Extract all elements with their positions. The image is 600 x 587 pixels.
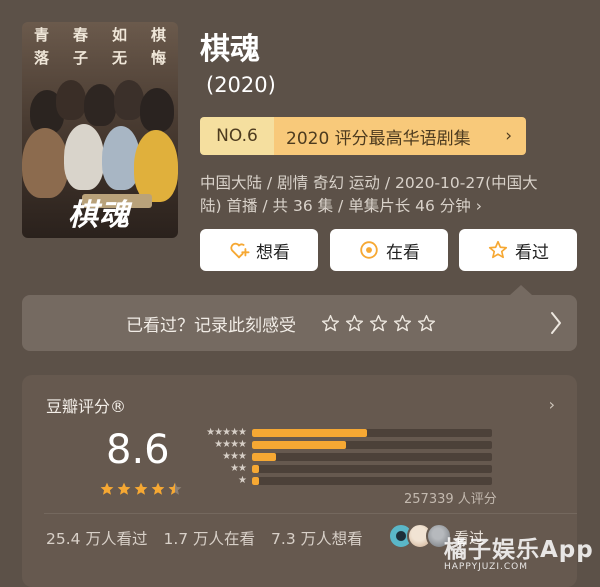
rating-count: 257339 人评分	[404, 492, 497, 507]
rating-title: 豆瓣评分®	[46, 397, 127, 416]
record-feeling-banner[interactable]: 已看过？记录此刻感受	[22, 285, 577, 351]
friend-avatars[interactable]	[388, 523, 452, 549]
poster-verse-char: 悔	[150, 49, 166, 67]
meta-line: 陆) 首播 / 共 36 集 / 单集片长 46 分钟 ›	[200, 197, 482, 215]
distribution-bar	[252, 428, 368, 437]
star-filled-icon	[117, 482, 131, 495]
chevron-right-icon: ›	[505, 126, 512, 146]
rank-number: NO.6	[200, 117, 274, 155]
star-outline-icon[interactable]	[368, 313, 389, 334]
poster-verse-char: 子	[72, 49, 88, 67]
watching-button[interactable]: 在看	[330, 229, 448, 271]
poster-verse-char: 棋	[150, 26, 166, 44]
stat-watching[interactable]: 1.7 万人在看	[163, 527, 255, 549]
show-title: 棋魂	[200, 32, 260, 67]
watched-label: 看过	[515, 242, 549, 263]
distribution-bar	[252, 452, 276, 461]
want-to-watch-button[interactable]: 想看	[200, 229, 318, 271]
chevron-right-icon	[551, 312, 561, 334]
watching-label: 在看	[386, 242, 420, 263]
distribution-track	[252, 440, 492, 449]
watermark-cn: 橘子娱乐App	[444, 537, 594, 563]
watermark: 橘子娱乐App HAPPYJUZI.COM	[444, 530, 594, 572]
record-prompt: 已看过？记录此刻感受	[126, 315, 296, 336]
poster-verse-char: 如	[111, 26, 127, 44]
stat-want[interactable]: 7.3 万人想看	[271, 527, 363, 549]
distribution-track	[252, 476, 492, 485]
score-stars	[99, 481, 183, 497]
show-year: (2020)	[206, 73, 276, 97]
star-outline-icon[interactable]	[344, 313, 365, 334]
star-outline-icon[interactable]	[320, 313, 341, 334]
rating-score: 8.6	[106, 427, 170, 473]
rank-badge[interactable]: NO.6 2020 评分最高华语剧集 ›	[200, 117, 526, 155]
poster-logo: 棋魂	[68, 198, 130, 233]
poster-verse-char: 无	[111, 49, 127, 67]
poster-verse-char: 春	[72, 26, 88, 44]
distribution-bar	[252, 476, 260, 485]
target-circle-icon	[360, 241, 378, 259]
chevron-right-icon: ›	[548, 395, 555, 414]
poster-verse-char: 青	[33, 26, 49, 44]
watched-button[interactable]: 看过	[459, 229, 577, 271]
rank-label: 2020 评分最高华语剧集	[286, 128, 471, 149]
rate-stars[interactable]	[320, 313, 437, 334]
poster-image[interactable]: 青 春 如 棋 落 子 无 悔 棋魂	[22, 22, 178, 238]
distribution-stars: ★★★★★	[206, 427, 247, 438]
star-filled-icon	[100, 482, 114, 495]
star-filled-icon	[151, 482, 165, 495]
meta-line: 中国大陆 / 剧情 奇幻 运动 / 2020-10-27(中国大	[200, 174, 538, 192]
star-outline-icon[interactable]	[392, 313, 413, 334]
distribution-stars: ★★	[230, 463, 247, 474]
stat-watched[interactable]: 25.4 万人看过	[46, 527, 147, 549]
distribution-row: ★	[196, 474, 502, 487]
distribution-bar	[252, 440, 346, 449]
rank-label-area: 2020 评分最高华语剧集 ›	[274, 117, 526, 155]
star-half-icon	[168, 482, 182, 495]
star-outline-icon[interactable]	[416, 313, 437, 334]
distribution-stars: ★★★	[222, 451, 247, 462]
divider	[44, 513, 577, 514]
show-meta[interactable]: 中国大陆 / 剧情 奇幻 运动 / 2020-10-27(中国大 陆) 首播 /…	[200, 172, 580, 218]
rating-distribution: ★★★★★ ★★★★ ★★★ ★★ ★	[196, 426, 502, 486]
distribution-stars: ★★★★	[214, 439, 247, 450]
distribution-stars: ★	[238, 475, 247, 486]
distribution-track	[252, 428, 492, 437]
distribution-bar	[252, 464, 260, 473]
want-label: 想看	[256, 242, 290, 263]
star-outline-icon	[488, 240, 508, 259]
star-filled-icon	[134, 482, 148, 495]
distribution-track	[252, 464, 492, 473]
poster-verse: 青 春 如 棋 落 子 无 悔	[22, 24, 178, 68]
watch-stats: 25.4 万人看过 1.7 万人在看 7.3 万人想看	[46, 527, 363, 549]
banner-pointer	[510, 285, 532, 295]
heart-plus-icon	[230, 242, 250, 259]
poster-verse-char: 落	[33, 49, 49, 67]
distribution-track	[252, 452, 492, 461]
